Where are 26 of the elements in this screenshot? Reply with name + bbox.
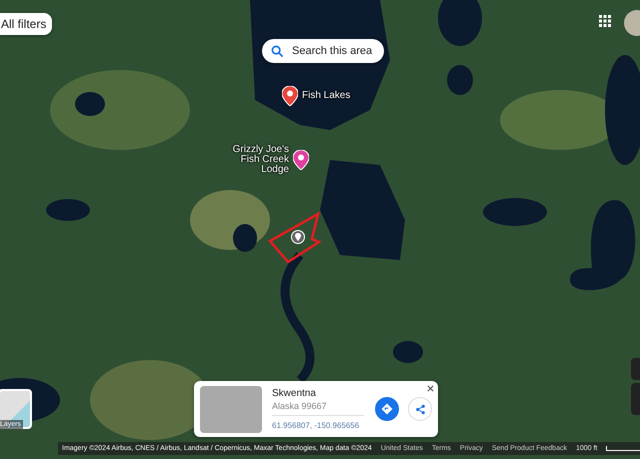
map-place-label[interactable]: Fish Lakes: [302, 91, 350, 101]
place-title: Skwentna: [272, 388, 317, 399]
share-button[interactable]: [408, 397, 432, 421]
scale-bar: [606, 446, 640, 451]
map-pin-icon[interactable]: [282, 86, 298, 106]
directions-button[interactable]: [375, 397, 399, 421]
search-icon: [271, 44, 284, 58]
close-icon[interactable]: [427, 385, 434, 392]
lake-shape: [393, 341, 423, 363]
lake-shape: [438, 0, 482, 46]
map-place-label[interactable]: Grizzly Joe's Fish Creek Lodge: [213, 145, 289, 175]
place-coordinates: 61.956807, -150.965656: [272, 421, 360, 430]
all-filters-button[interactable]: All filters: [0, 13, 52, 35]
lake-shape: [75, 92, 105, 116]
directions-icon: [381, 403, 393, 415]
map-pin-icon[interactable]: [293, 150, 309, 170]
apps-grid-icon[interactable]: [599, 15, 611, 27]
lake-shape: [233, 224, 257, 252]
place-address: Alaska 99667: [272, 401, 364, 416]
photo-placeholder: [200, 386, 262, 432]
share-icon: [414, 404, 426, 414]
property-boundary-outline: [268, 211, 322, 265]
lake-shape: [447, 65, 473, 95]
search-this-area-button[interactable]: Search this area: [262, 39, 384, 63]
lake-shape: [46, 199, 90, 221]
lake-shape: [483, 198, 547, 226]
